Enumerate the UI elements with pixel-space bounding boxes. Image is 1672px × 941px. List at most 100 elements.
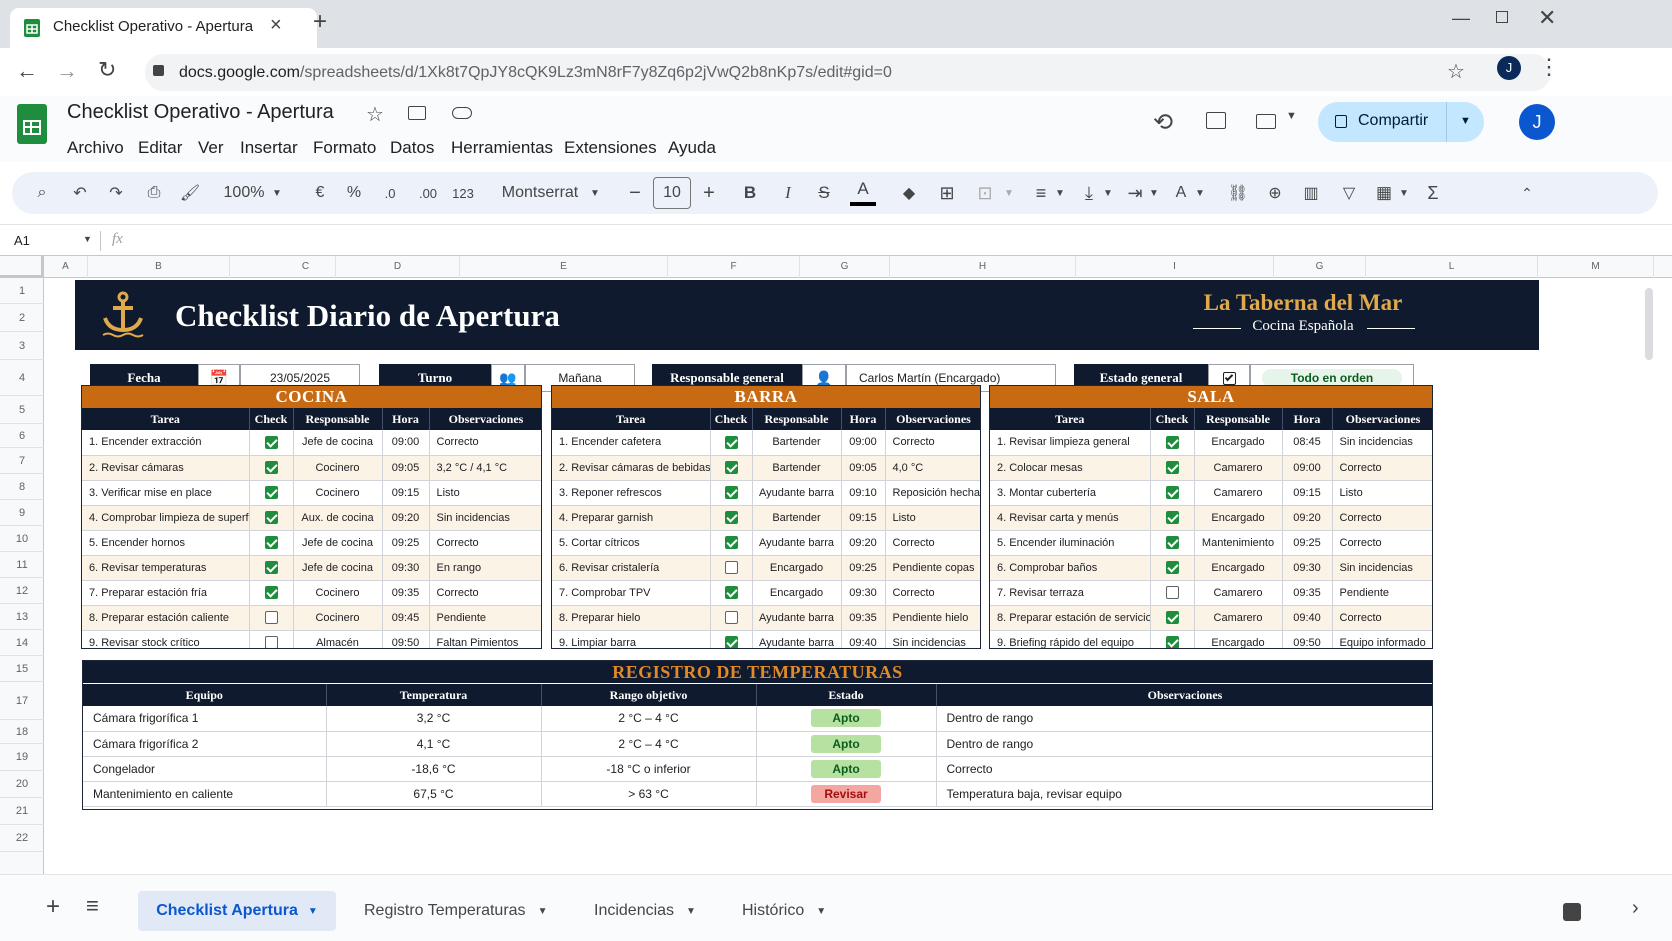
valign-bottom-icon[interactable]: ⤓ [1078, 172, 1100, 214]
rango-cell[interactable]: 2 °C – 4 °C [541, 706, 757, 732]
back-icon[interactable]: ← [16, 58, 38, 84]
hora-cell[interactable]: 09:00 [841, 430, 886, 456]
filter-views-dropdown-icon[interactable]: ▼ [1398, 172, 1410, 214]
font-size-input[interactable]: 10 [653, 177, 691, 209]
sheet-tab-registro-temperaturas[interactable]: Registro Temperaturas ▼ [364, 891, 547, 931]
meet-icon[interactable] [1256, 114, 1276, 129]
observaciones-cell[interactable]: Sin incidencias [429, 505, 541, 531]
hora-cell[interactable]: 09:25 [841, 555, 886, 581]
observaciones-cell[interactable]: Listo [885, 505, 980, 531]
decrease-font-icon[interactable]: − [626, 172, 644, 214]
observaciones-cell[interactable]: Correcto [1332, 530, 1432, 556]
new-tab-icon[interactable]: + [313, 8, 327, 36]
responsable-cell[interactable]: Bartender [752, 455, 842, 481]
task-cell[interactable]: 5. Cortar cítricos [552, 530, 711, 556]
menu-extensiones[interactable]: Extensiones [564, 138, 657, 158]
observaciones-cell[interactable]: Sin incidencias [885, 630, 980, 648]
observaciones-cell[interactable]: Pendiente [1332, 580, 1432, 606]
checkbox[interactable] [724, 611, 738, 624]
sheets-logo-icon[interactable] [17, 104, 47, 144]
name-box[interactable]: A1 [14, 233, 30, 248]
checkbox[interactable] [264, 636, 278, 648]
row-header[interactable]: 1 [0, 278, 44, 304]
hora-cell[interactable]: 09:15 [382, 480, 430, 506]
zoom-dropdown-icon[interactable]: ▼ [270, 172, 284, 214]
observaciones-cell[interactable]: Correcto [936, 756, 1432, 782]
responsable-cell[interactable]: Aux. de cocina [293, 505, 383, 531]
checkbox[interactable] [264, 486, 278, 499]
undo-icon[interactable]: ↶ [68, 172, 92, 214]
col-header-f[interactable]: F [668, 256, 800, 278]
responsable-cell[interactable]: Encargado [1194, 555, 1283, 581]
row-header[interactable]: 14 [0, 630, 44, 656]
hora-cell[interactable]: 09:05 [841, 455, 886, 481]
browser-tab[interactable]: Checklist Operativo - Apertura × [10, 8, 317, 48]
comments-icon[interactable] [1206, 112, 1226, 129]
share-dropdown-icon[interactable]: ▼ [1460, 115, 1471, 127]
observaciones-cell[interactable]: Temperatura baja, revisar equipo [936, 781, 1432, 807]
align-dropdown-icon[interactable]: ▼ [1054, 172, 1066, 214]
row-header[interactable]: 19 [0, 744, 44, 771]
hora-cell[interactable]: 09:00 [382, 430, 430, 456]
account-avatar[interactable]: J [1519, 104, 1555, 140]
task-cell[interactable]: 4. Comprobar limpieza de superficies [82, 505, 250, 531]
task-cell[interactable]: 9. Revisar stock crítico [82, 630, 250, 648]
forward-icon[interactable]: → [56, 58, 78, 84]
doc-title[interactable]: Checklist Operativo - Apertura [67, 101, 334, 124]
hora-cell[interactable]: 09:10 [841, 480, 886, 506]
row-header[interactable]: 22 [0, 825, 44, 852]
col-header-b[interactable]: B [88, 256, 230, 278]
hora-cell[interactable]: 09:05 [382, 455, 430, 481]
observaciones-cell[interactable]: Correcto [1332, 455, 1432, 481]
row-header[interactable]: 20 [0, 771, 44, 798]
responsable-cell[interactable]: Encargado [1194, 505, 1283, 531]
observaciones-cell[interactable]: Correcto [885, 530, 980, 556]
checkbox[interactable] [724, 586, 738, 599]
estado-cell[interactable]: Apto [756, 756, 937, 782]
sheet-tab-dropdown-icon[interactable]: ▼ [308, 906, 318, 917]
responsable-cell[interactable]: Encargado [1194, 430, 1283, 456]
task-cell[interactable]: 2. Revisar cámaras [82, 455, 250, 481]
hora-cell[interactable]: 09:15 [1282, 480, 1333, 506]
checkbox[interactable] [264, 435, 278, 449]
row-header[interactable]: 17 [0, 682, 44, 720]
bookmark-star-icon[interactable]: ☆ [1447, 59, 1465, 84]
responsable-cell[interactable]: Jefe de cocina [293, 530, 383, 556]
checkbox[interactable] [1165, 611, 1179, 624]
explore-icon[interactable] [1563, 903, 1581, 921]
observaciones-cell[interactable]: Correcto [1332, 505, 1432, 531]
row-header[interactable]: 18 [0, 720, 44, 744]
task-cell[interactable]: 9. Briefing rápido del equipo [990, 630, 1151, 648]
equipo-cell[interactable]: Cámara frigorífica 2 [83, 731, 327, 757]
observaciones-cell[interactable]: Pendiente [429, 605, 541, 631]
responsable-cell[interactable]: Ayudante barra [752, 605, 842, 631]
row-header[interactable]: 3 [0, 332, 44, 360]
checkbox[interactable] [724, 461, 738, 474]
task-cell[interactable]: 8. Preparar hielo [552, 605, 711, 631]
responsable-cell[interactable]: Jefe de cocina [293, 430, 383, 456]
functions-icon[interactable]: Σ [1422, 172, 1444, 214]
observaciones-cell[interactable]: Pendiente copas [885, 555, 980, 581]
hora-cell[interactable]: 09:35 [841, 605, 886, 631]
task-cell[interactable]: 8. Preparar estación caliente [82, 605, 250, 631]
observaciones-cell[interactable]: Correcto [885, 580, 980, 606]
responsable-cell[interactable]: Encargado [752, 580, 842, 606]
row-header[interactable]: 13 [0, 604, 44, 630]
hora-cell[interactable]: 09:25 [382, 530, 430, 556]
observaciones-cell[interactable]: Dentro de rango [936, 731, 1432, 757]
omnibox[interactable]: docs.google.com/spreadsheets/d/1Xk8t7QpJ… [145, 54, 1551, 91]
checkbox[interactable] [264, 611, 278, 624]
task-cell[interactable]: 3. Verificar mise en place [82, 480, 250, 506]
col-header-c[interactable]: C [276, 256, 336, 278]
row-header[interactable]: 10 [0, 526, 44, 552]
task-cell[interactable]: 4. Preparar garnish [552, 505, 711, 531]
temperatura-cell[interactable]: 4,1 °C [326, 731, 542, 757]
menu-insertar[interactable]: Insertar [240, 138, 298, 158]
sheet-tab-dropdown-icon[interactable]: ▼ [538, 906, 548, 917]
responsable-cell[interactable]: Ayudante barra [752, 630, 842, 648]
observaciones-cell[interactable]: Sin incidencias [1332, 555, 1432, 581]
col-header-a[interactable]: A [44, 256, 88, 278]
close-tab-icon[interactable]: × [270, 14, 282, 37]
star-icon[interactable]: ☆ [366, 102, 384, 127]
row-header[interactable]: 9 [0, 500, 44, 526]
